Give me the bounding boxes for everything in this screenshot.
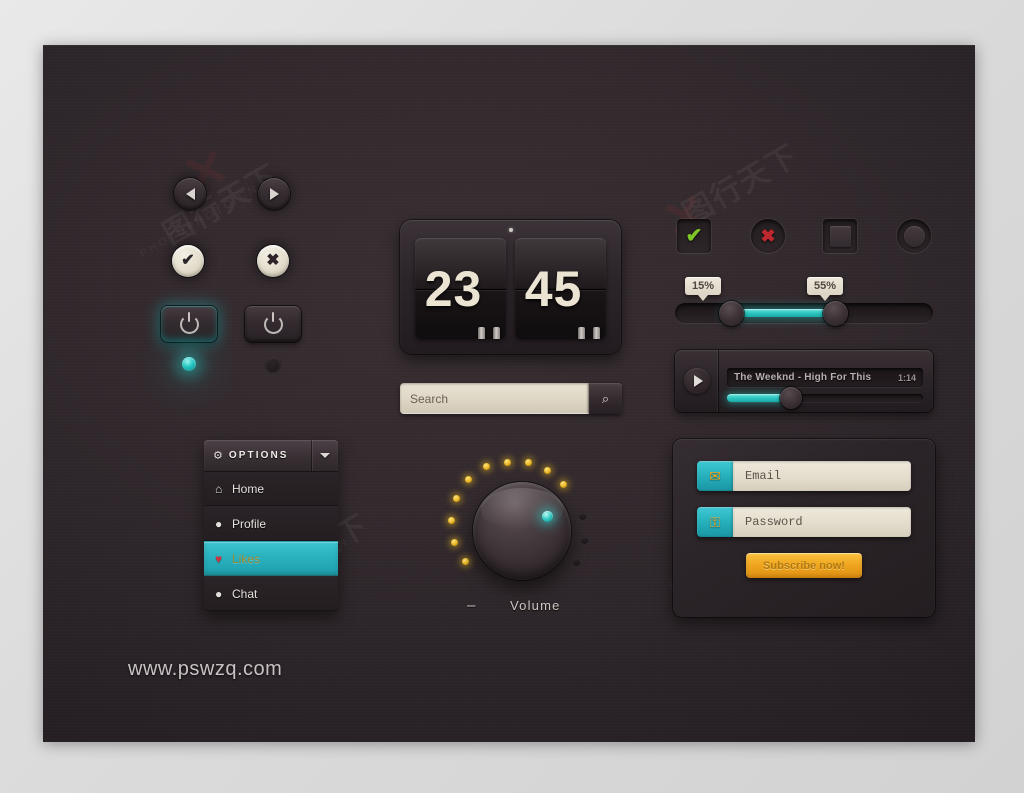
clock-hours-card: 23 [415,238,506,339]
menu-item-likes[interactable]: ♥ Likes [204,541,338,576]
menu-item-chat[interactable]: ● Chat [204,576,338,611]
gear-icon: ⚙ [213,450,223,462]
user-icon: ● [215,516,223,531]
dropdown-toggle-button[interactable] [311,440,338,471]
close-icon: ✖ [266,252,280,269]
reject-button[interactable]: ✖ [257,245,289,277]
play-icon [693,375,703,387]
menu-item-label: Profile [232,516,267,531]
power-icon [179,311,199,334]
knob-led [525,459,532,466]
heart-icon: ♥ [215,551,223,566]
knob-led [560,481,567,488]
clock-hinge [493,327,501,339]
home-icon: ⌂ [215,481,223,496]
play-button[interactable] [675,350,719,412]
flip-clock: 23 45 [400,220,621,354]
menu-item-label: Chat [232,586,258,601]
subscribe-button[interactable]: Subscribe now! [746,553,862,578]
lock-icon: ⚿ [697,507,733,537]
knob-led [573,559,580,566]
led-indicator-off [266,357,280,371]
media-player: The Weeknd - High For This 1:14 [675,350,933,412]
play-button-face [683,368,710,394]
knob-led [448,517,455,524]
knob-led [504,459,511,466]
password-field-row: ⚿ [697,507,911,537]
range-handle-high[interactable] [823,301,848,326]
player-track-display: The Weeknd - High For This 1:14 [727,368,923,387]
volume-knob[interactable] [473,482,571,580]
email-field[interactable] [733,461,911,491]
knob-led [465,476,472,483]
menu-item-label: Likes [232,551,261,566]
knob-led [579,513,586,520]
clock-hinge [478,327,486,339]
checkbox-checked[interactable]: ✔ [677,219,711,253]
arrow-left-icon [185,188,195,200]
password-field[interactable] [733,507,911,537]
power-button-off[interactable] [245,306,301,342]
track-time: 1:14 [897,372,916,383]
check-icon: ✔ [181,252,195,269]
checkbox-unchecked[interactable] [823,219,857,253]
volume-label: Volume [510,598,561,613]
check-icon: ✔ [685,225,703,247]
player-body: The Weeknd - High For This 1:14 [719,360,933,409]
clock-hours-value: 23 [424,260,483,317]
power-icon [263,311,283,334]
clock-hinge [593,327,601,339]
range-handle-low[interactable] [719,301,744,326]
radio-inner-circle [903,225,925,247]
knob-led [451,539,458,546]
knob-led [462,558,469,565]
knob-led [544,467,551,474]
ui-kit-panel: 图行天下 PHOTOPHOTO.CN 图行天下 PHOTOPHOTO.CN 图行… [43,45,975,742]
clock-led-dot [508,228,513,232]
checkbox-inner-square [829,225,851,247]
menu-item-home[interactable]: ⌂ Home [204,471,338,506]
knob-led [483,463,490,470]
track-title: The Weeknd - High For This [734,372,872,383]
chevron-down-icon [320,453,330,458]
radio-unselected[interactable] [897,219,931,253]
close-icon: ✖ [760,226,776,246]
next-button[interactable] [258,178,290,210]
menu-item-profile[interactable]: ● Profile [204,506,338,541]
email-field-row: ✉ [697,461,911,491]
player-seek-handle[interactable] [779,387,802,409]
clock-minutes-card: 45 [515,238,606,339]
player-seek-fill [727,394,788,402]
search-input[interactable] [400,383,589,414]
chat-bubble-icon: ● [215,586,223,601]
options-dropdown: ⚙ OPTIONS ⌂ Home ● Profile ♥ Likes ● Cha… [204,440,338,611]
accept-button[interactable]: ✔ [172,245,204,277]
search-button[interactable]: ⌕ [589,383,622,414]
search-icon: ⌕ [601,390,610,406]
range-tooltip-low: 15% [685,277,721,302]
dropdown-title: OPTIONS [228,450,289,461]
led-indicator-on [182,357,196,371]
volume-minus-label: – [467,597,476,614]
player-seek-bar[interactable] [727,387,923,409]
arrow-right-icon [269,188,279,200]
radio-rejected[interactable]: ✖ [751,219,785,253]
range-slider[interactable] [675,301,933,326]
power-button-on[interactable] [161,306,217,342]
search-bar: ⌕ [400,383,622,414]
range-tooltip-high: 55% [807,277,843,302]
knob-indicator-light [542,511,553,522]
clock-minutes-value: 45 [524,260,583,317]
menu-item-label: Home [232,481,265,496]
prev-button[interactable] [174,178,206,210]
watermark-brand-cn-4: 图行天下 [677,138,805,232]
clock-hinge [578,327,586,339]
site-url-watermark: www.pswzq.com [128,658,283,680]
envelope-icon: ✉ [697,461,733,491]
dropdown-header[interactable]: ⚙ OPTIONS [204,440,338,471]
knob-led [581,537,588,544]
volume-control: – Volume [435,457,625,622]
knob-led [453,495,460,502]
subscribe-form-panel: ✉ ⚿ Subscribe now! [673,439,935,617]
